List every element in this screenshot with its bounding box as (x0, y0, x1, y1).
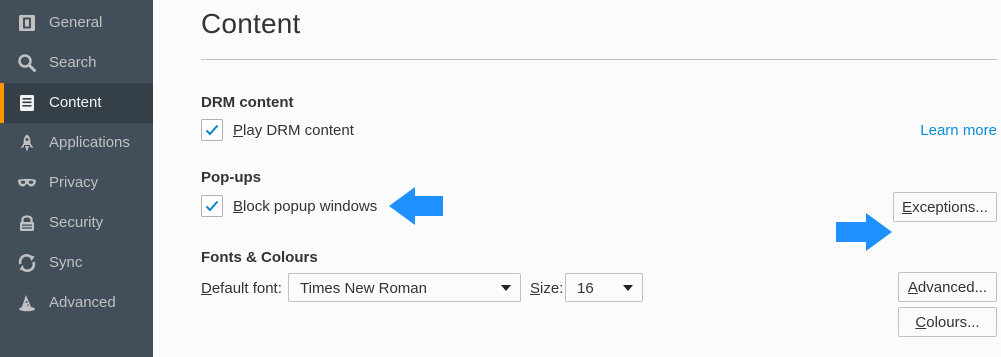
font-size-select[interactable]: 16 (565, 273, 643, 302)
applications-icon (17, 133, 37, 153)
sidebar-item-label: Advanced (49, 294, 116, 311)
sync-icon (17, 253, 37, 273)
chevron-down-icon (623, 285, 633, 291)
annotation-arrow-left-icon (389, 187, 443, 225)
sidebar-item-label: Applications (49, 134, 130, 151)
colours-button[interactable]: Colours... (898, 307, 997, 337)
default-font-select[interactable]: Times New Roman (288, 273, 521, 302)
default-font-label: Default font: (201, 280, 282, 297)
annotation-arrow-right-icon (836, 213, 892, 251)
sidebar-item-label: General (49, 14, 103, 31)
advanced-wizard-hat-icon (17, 293, 37, 313)
sidebar-item-label: Search (49, 54, 97, 71)
title-divider (201, 59, 997, 60)
sidebar-item-label: Privacy (49, 174, 99, 191)
security-lock-icon (17, 213, 37, 233)
size-label: Size: (530, 280, 564, 297)
sidebar-item-general[interactable]: General (0, 3, 153, 43)
chevron-down-icon (501, 285, 511, 291)
sidebar-item-label: Content (49, 94, 102, 111)
content-icon (17, 93, 37, 113)
sidebar-item-search[interactable]: Search (0, 43, 153, 83)
popups-heading: Pop-ups (201, 169, 261, 186)
sidebar-item-privacy[interactable]: Privacy (0, 163, 153, 203)
general-icon (17, 13, 37, 33)
sidebar: General Search Content Applications Priv… (0, 0, 153, 357)
sidebar-item-label: Security (49, 214, 104, 231)
page-title: Content (201, 8, 301, 39)
block-popups-label[interactable]: Block popup windows (233, 198, 377, 215)
block-popups-checkbox[interactable] (201, 195, 223, 217)
exceptions-button[interactable]: Exceptions... (893, 192, 997, 222)
checkmark-icon (205, 124, 219, 136)
sidebar-item-applications[interactable]: Applications (0, 123, 153, 163)
font-size-value: 16 (577, 280, 594, 297)
learn-more-link[interactable]: Learn more (920, 122, 997, 139)
fonts-colours-heading: Fonts & Colours (201, 249, 318, 266)
sidebar-item-security[interactable]: Security (0, 203, 153, 243)
checkmark-icon (205, 200, 219, 212)
sidebar-item-content[interactable]: Content (0, 83, 153, 123)
privacy-mask-icon (17, 173, 37, 193)
search-icon (17, 53, 37, 73)
drm-checkbox[interactable] (201, 119, 223, 141)
drm-checkbox-label[interactable]: Play DRM content (233, 122, 354, 139)
advanced-fonts-button[interactable]: Advanced... (898, 272, 997, 302)
drm-heading: DRM content (201, 94, 294, 111)
sidebar-item-label: Sync (49, 254, 83, 271)
default-font-value: Times New Roman (300, 280, 427, 297)
sidebar-item-advanced[interactable]: Advanced (0, 283, 153, 323)
sidebar-item-sync[interactable]: Sync (0, 243, 153, 283)
